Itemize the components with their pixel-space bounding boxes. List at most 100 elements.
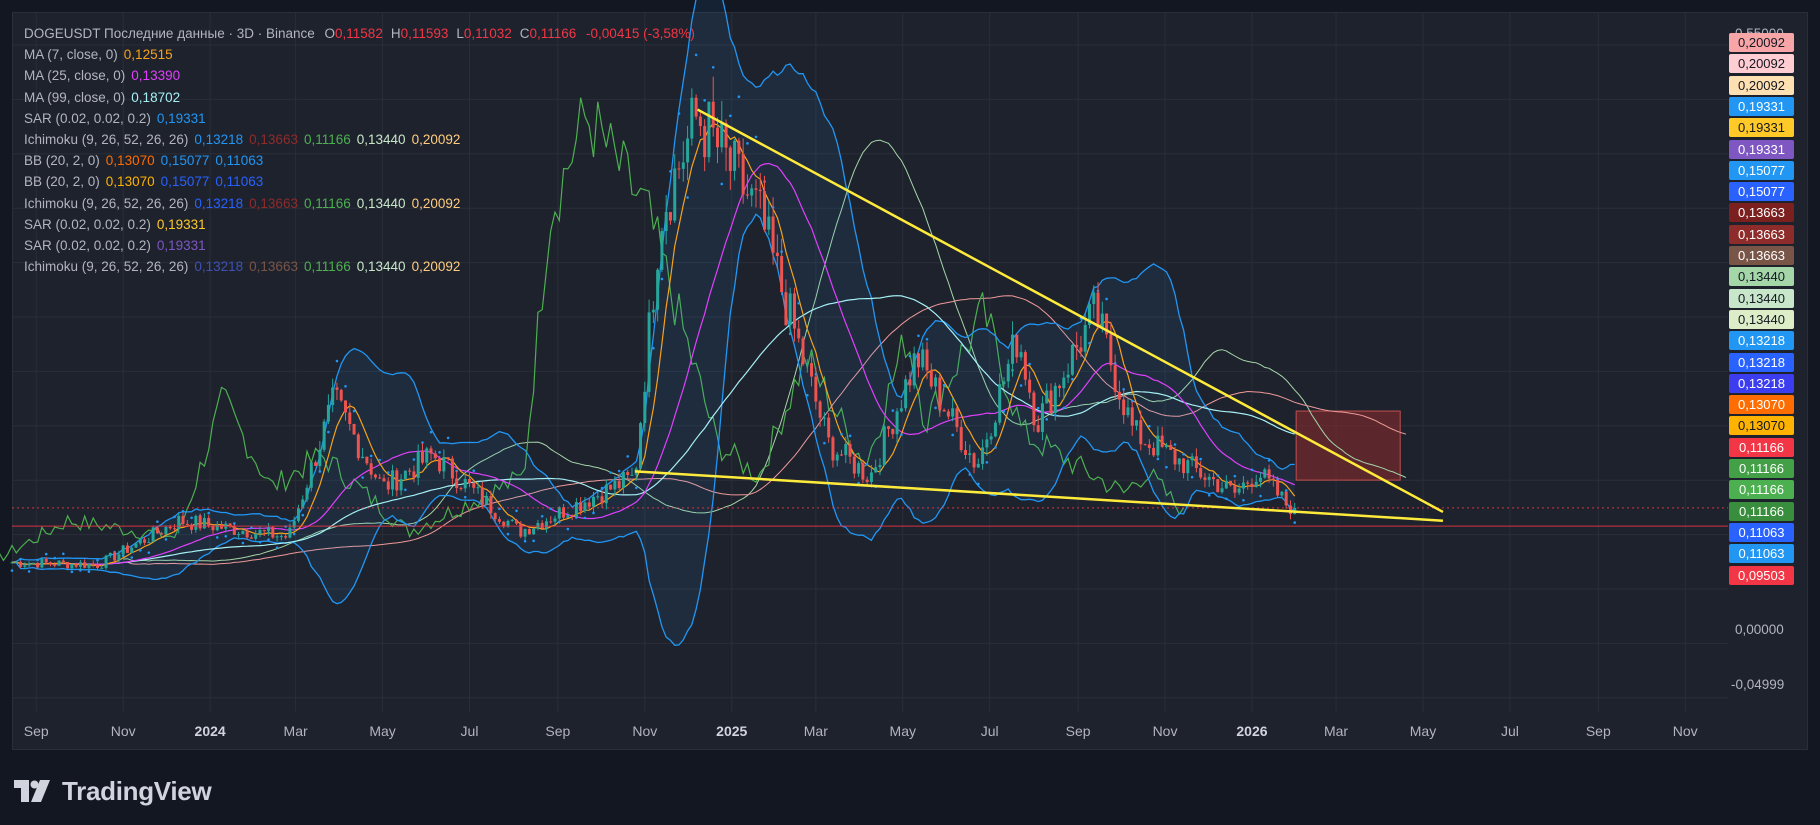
indicator-value: 0,15077 <box>160 174 210 190</box>
candle-body <box>70 563 74 569</box>
candle-body <box>361 456 365 459</box>
candle-body <box>579 502 583 512</box>
sar-dot <box>215 536 219 539</box>
sar-dot <box>583 516 587 520</box>
candle-body <box>942 409 946 412</box>
sar-dot <box>1071 377 1074 381</box>
sar-dot <box>549 507 553 510</box>
indicator-row[interactable]: BB (20, 2, 0) 0,13070 0,15077 0,11063 <box>24 150 695 171</box>
candle-body <box>164 526 168 535</box>
candle-body <box>1194 456 1198 468</box>
sar-dot <box>138 549 142 552</box>
candle-body <box>989 436 993 440</box>
candle-body <box>463 478 467 489</box>
candle-body <box>476 487 480 489</box>
legend-header[interactable]: DOGEUSDT Последние данные · 3D · Binance… <box>24 23 695 44</box>
candle-body <box>959 427 963 450</box>
indicator-row[interactable]: Ichimoku (9, 26, 52, 26, 26) 0,13218 0,136… <box>24 193 695 214</box>
price-tag: 0,13070 <box>1729 395 1794 415</box>
indicator-row[interactable]: SAR (0.02, 0.02, 0.2) 0,19331 <box>24 108 695 129</box>
candle-body <box>258 530 262 534</box>
sar-dot <box>1148 424 1151 428</box>
sar-dot <box>1190 475 1194 479</box>
indicator-value: 0,13663 <box>249 259 298 275</box>
indicator-row[interactable]: SAR (0.02, 0.02, 0.2) 0,19331 <box>24 214 695 235</box>
candle-body <box>1040 403 1044 432</box>
indicator-value: 0,13218 <box>194 132 244 148</box>
price-tag: 0,11166 <box>1729 459 1794 478</box>
candle-body <box>771 216 775 253</box>
candle-body <box>899 408 903 412</box>
candle-body <box>792 293 796 329</box>
candle-body <box>19 561 23 567</box>
sar-dot <box>53 556 57 560</box>
sar-dot <box>190 516 193 520</box>
candle-body <box>698 116 702 127</box>
candle-body <box>972 453 976 468</box>
indicator-row[interactable]: MA (25, close, 0) 0,13390 <box>24 65 695 86</box>
indicator-row[interactable]: BB (20, 2, 0) 0,13070 0,15077 0,11063 <box>24 171 695 192</box>
candle-body <box>100 567 104 569</box>
indicator-row[interactable]: MA (99, close, 0) 0,18702 <box>24 87 695 108</box>
price-tag: 0,09503 <box>1729 565 1794 585</box>
candle-body <box>348 412 352 424</box>
sar-dot <box>951 433 954 437</box>
candle-body <box>48 562 52 565</box>
sar-dot <box>891 409 895 412</box>
candle-body <box>707 101 711 158</box>
indicator-row[interactable]: SAR (0.02, 0.02, 0.2) 0,19331 <box>24 235 695 256</box>
ohlc-value: 0,11032 <box>463 26 512 41</box>
candle-body <box>331 387 335 406</box>
candle-body <box>369 463 373 475</box>
tradingview-logo-icon <box>14 780 50 802</box>
candle-body <box>121 545 125 555</box>
candle-body <box>91 563 95 565</box>
candle-body <box>1164 444 1168 448</box>
candle-body <box>1169 444 1173 450</box>
candle-body <box>532 528 536 535</box>
candle-body <box>544 521 548 529</box>
sar-dot <box>258 540 262 544</box>
candle-body <box>1053 385 1057 413</box>
candle-body <box>604 484 608 504</box>
candle-body <box>395 470 399 491</box>
candle-body <box>1220 488 1224 493</box>
sar-dot <box>96 559 99 562</box>
candle-body <box>61 560 65 562</box>
sar-dot <box>233 522 236 525</box>
indicator-row[interactable]: MA (7, close, 0) 0,12515 <box>24 44 695 65</box>
candle-body <box>818 401 822 418</box>
time-axis-label: Nov <box>1672 723 1698 739</box>
candle-body <box>450 458 454 479</box>
candle-body <box>207 518 211 526</box>
candle-body <box>720 123 724 148</box>
sar-dot <box>292 532 296 536</box>
indicator-value: 0,13218 <box>194 195 244 211</box>
candle-body <box>1075 344 1079 348</box>
candle-body <box>1092 292 1096 305</box>
candle-body <box>237 534 241 536</box>
candle-body <box>1284 491 1288 506</box>
time-axis-label: Nov <box>632 723 658 739</box>
tradingview-logo[interactable]: TradingView <box>14 776 212 806</box>
sar-dot <box>386 471 390 474</box>
price-axis-label: -0,04999 <box>1731 677 1785 693</box>
sar-dot <box>275 546 279 549</box>
time-axis-label: Mar <box>1323 723 1349 739</box>
sar-dot <box>1250 468 1254 472</box>
sar-dot <box>19 557 22 561</box>
candle-body <box>810 363 814 377</box>
indicator-value: 0,20092 <box>411 195 461 211</box>
candle-body <box>609 484 613 490</box>
candle-body <box>728 147 732 171</box>
candle-body <box>429 448 433 454</box>
candle-body <box>185 523 189 525</box>
candle-body <box>1019 352 1023 358</box>
candle-body <box>694 97 698 117</box>
indicator-row[interactable]: Ichimoku (9, 26, 52, 26, 26) 0,13218 0,136… <box>24 256 695 277</box>
candle-body <box>1229 480 1233 486</box>
candle-body <box>639 423 643 469</box>
candle-body <box>134 543 138 548</box>
indicator-row[interactable]: Ichimoku (9, 26, 52, 26, 26) 0,13218 0,136… <box>24 129 695 150</box>
candle-body <box>703 126 707 158</box>
